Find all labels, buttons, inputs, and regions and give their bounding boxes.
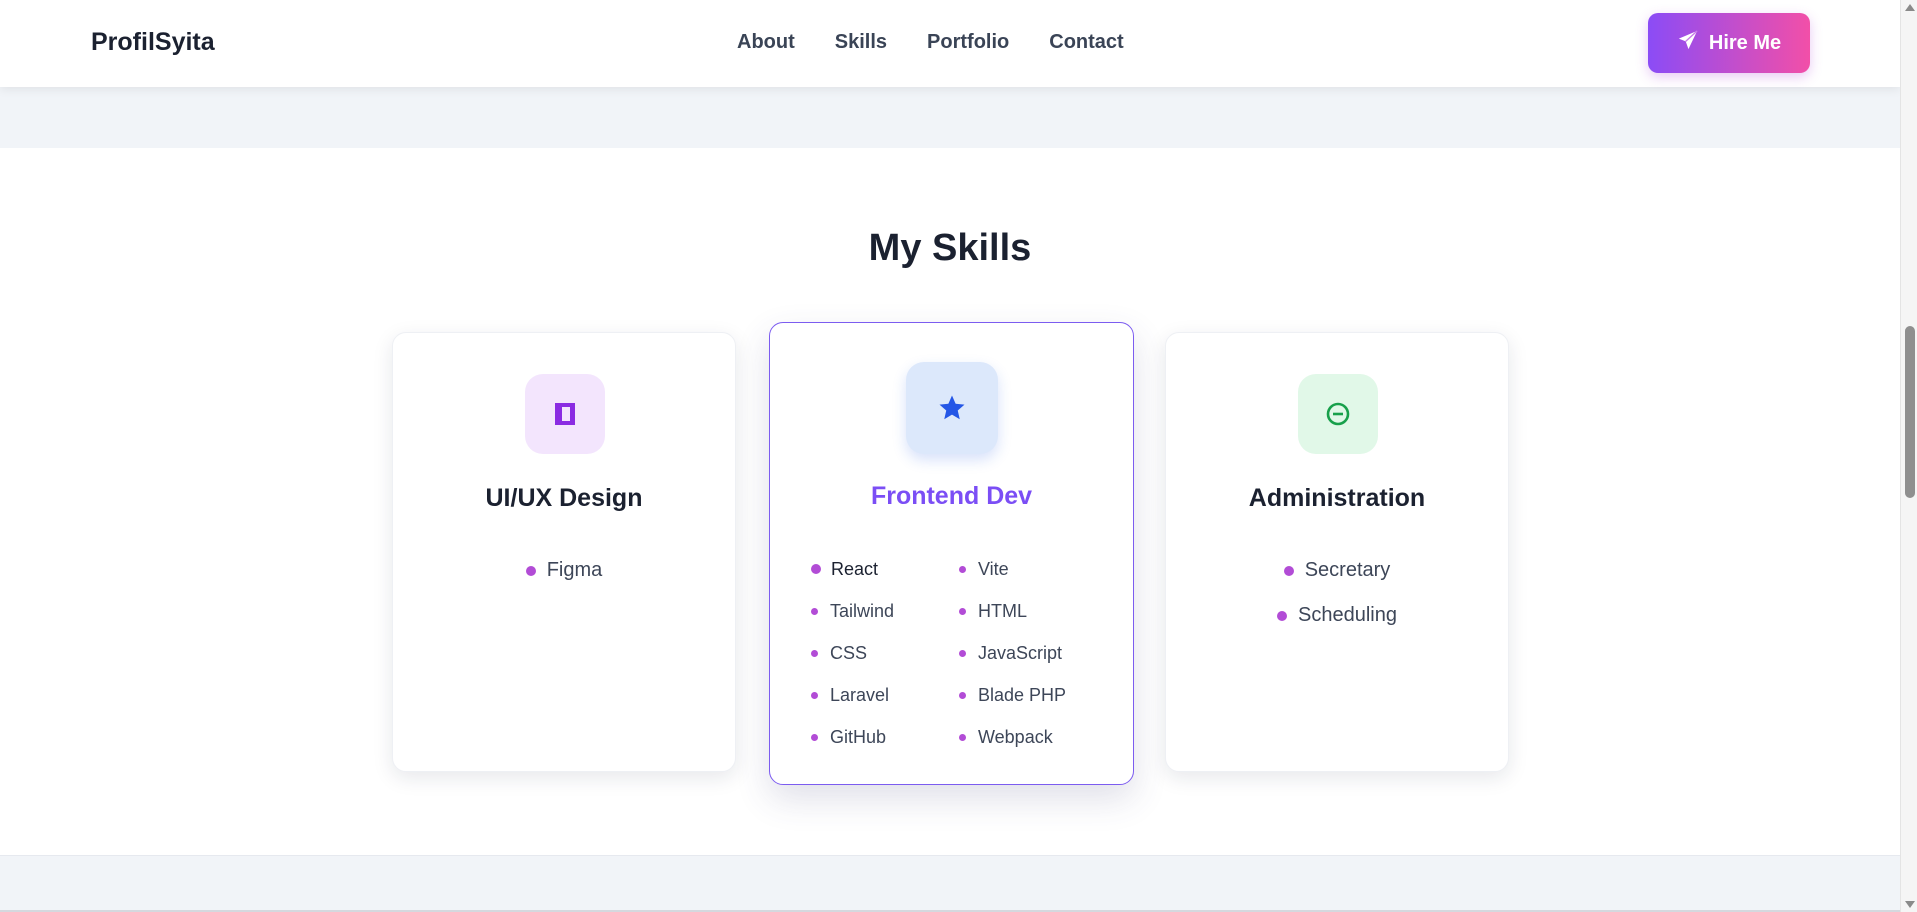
hire-me-label: Hire Me	[1708, 31, 1782, 54]
paper-plane-icon	[1677, 29, 1699, 57]
bullet-dot	[959, 733, 966, 741]
nav-links: About Skills Portfolio Contact	[737, 31, 1124, 54]
frame-icon	[525, 374, 605, 454]
bullet-dot	[811, 733, 818, 741]
navbar: ProfilSyita About Skills Portfolio Conta…	[0, 0, 1900, 87]
nav-link-portfolio[interactable]: Portfolio	[927, 31, 1009, 54]
bullet-dot	[1277, 610, 1288, 621]
skill-card-administration: Administration Secretary Scheduling	[1165, 332, 1509, 772]
list-item: Blade PHP	[959, 674, 1107, 716]
skill-grid-frontend: React Vite Tailwind HTML CSS JavaScript …	[811, 548, 1107, 758]
bullet-dot	[959, 691, 966, 699]
bullet-dot	[811, 607, 818, 615]
skill-card-uiux: UI/UX Design Figma	[392, 332, 736, 772]
list-item: CSS	[811, 632, 959, 674]
bullet-dot	[959, 565, 966, 573]
bullet-dot	[811, 691, 818, 699]
list-item: React	[811, 548, 959, 590]
list-item: GitHub	[811, 716, 959, 758]
nav-link-about[interactable]: About	[737, 31, 795, 54]
star-icon	[906, 362, 998, 454]
minus-circle-icon	[1298, 374, 1378, 454]
brand-logo[interactable]: ProfilSyita	[91, 28, 215, 57]
nav-link-contact[interactable]: Contact	[1049, 31, 1123, 54]
scroll-up-arrow-icon[interactable]	[1905, 4, 1915, 11]
card-title-administration: Administration	[1248, 484, 1426, 512]
bullet-dot	[811, 564, 821, 574]
vertical-scrollbar[interactable]	[1900, 0, 1917, 912]
section-title: My Skills	[868, 227, 1032, 269]
bullet-dot	[959, 649, 966, 657]
skill-list-administration: Secretary Scheduling	[1166, 548, 1508, 638]
list-item: Scheduling	[1166, 593, 1508, 638]
page: ProfilSyita About Skills Portfolio Conta…	[0, 0, 1900, 912]
skill-card-frontend: Frontend Dev React Vite Tailwind HTML CS…	[769, 322, 1134, 785]
card-title-uiux: UI/UX Design	[485, 484, 643, 512]
list-item: Vite	[959, 548, 1107, 590]
bullet-dot	[1283, 565, 1294, 576]
list-item: HTML	[959, 590, 1107, 632]
scroll-down-arrow-icon[interactable]	[1905, 901, 1915, 908]
list-item: Figma	[393, 548, 735, 593]
list-item: Secretary	[1166, 548, 1508, 593]
nav-link-skills[interactable]: Skills	[835, 31, 887, 54]
skill-list-uiux: Figma	[393, 548, 735, 593]
next-section-band	[0, 855, 1900, 912]
card-title-frontend: Frontend Dev	[870, 482, 1033, 510]
hire-me-button[interactable]: Hire Me	[1648, 13, 1810, 73]
bullet-dot	[525, 565, 536, 576]
bullet-dot	[959, 607, 966, 615]
list-item: JavaScript	[959, 632, 1107, 674]
skills-section: My Skills UI/UX Design Figma Frontend De…	[0, 148, 1900, 855]
list-item: Tailwind	[811, 590, 959, 632]
list-item: Laravel	[811, 674, 959, 716]
scrollbar-thumb[interactable]	[1905, 326, 1915, 498]
list-item: Webpack	[959, 716, 1107, 758]
bullet-dot	[811, 649, 818, 657]
